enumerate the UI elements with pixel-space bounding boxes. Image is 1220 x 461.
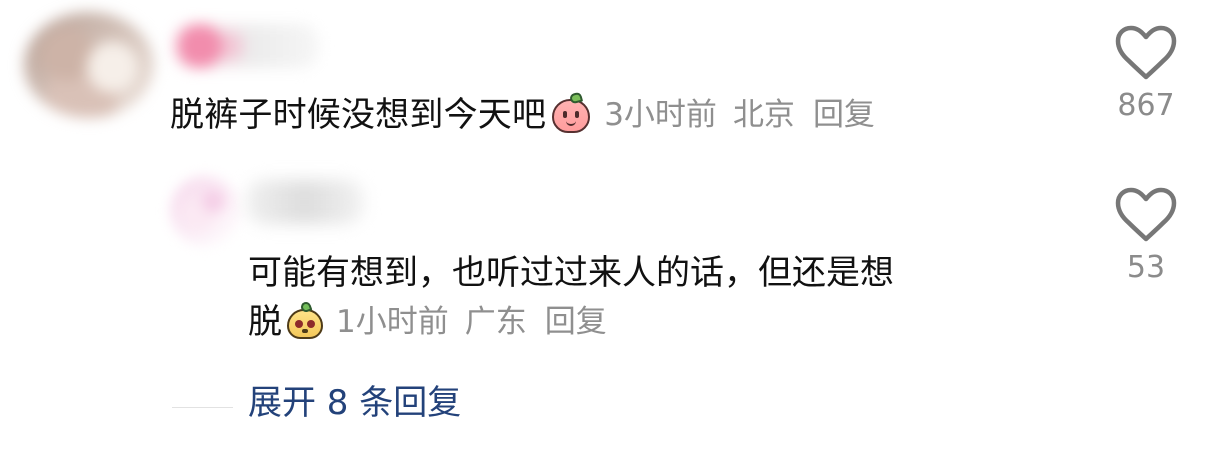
expand-replies-link[interactable]: 展开 8 条回复 xyxy=(248,386,461,420)
main-comment-time: 3小时前 xyxy=(604,96,717,133)
reply-comment-reply-button[interactable]: 回复 xyxy=(545,306,607,338)
heart-outline-icon xyxy=(1115,25,1177,80)
commenter-username-blurred[interactable] xyxy=(174,24,319,68)
heart-outline-icon xyxy=(1115,187,1177,242)
reply-comment-like-button[interactable] xyxy=(1112,186,1180,244)
comment-thread: 脱裤子时候没想到今天吧 3小时前 北京 回复 867 可能有想到，也听过过来人的… xyxy=(0,0,1220,461)
main-comment-like-button[interactable] xyxy=(1112,24,1180,82)
main-comment-like-count: 867 xyxy=(1117,88,1175,123)
reply-comment-text-line-2: 脱 xyxy=(248,302,282,342)
commenter-avatar[interactable] xyxy=(24,12,154,118)
expand-replies-divider xyxy=(172,407,233,408)
dog-face-emoji xyxy=(284,302,326,342)
reply-username-blurred[interactable] xyxy=(246,180,364,224)
main-comment-location: 北京 xyxy=(732,96,795,133)
reply-comment-like-block: 53 xyxy=(1108,186,1184,283)
reply-comment-meta-line: 脱 1小时前 广东 回复 xyxy=(248,302,607,342)
reply-avatar[interactable] xyxy=(170,176,240,246)
reply-comment-like-count: 53 xyxy=(1126,250,1166,285)
main-comment-line: 脱裤子时候没想到今天吧 3小时前 北京 回复 xyxy=(170,92,875,138)
reply-comment-time: 1小时前 xyxy=(336,303,449,340)
peach-face-emoji xyxy=(548,92,594,138)
reply-comment-text: 可能有想到，也听过过来人的话，但还是想 xyxy=(248,244,1068,304)
reply-comment-text-line-1: 可能有想到，也听过过来人的话，但还是想 xyxy=(248,253,894,293)
main-comment-like-block: 867 xyxy=(1108,24,1184,121)
reply-comment-location: 广东 xyxy=(464,303,527,340)
main-comment-reply-button[interactable]: 回复 xyxy=(813,99,875,131)
main-comment-text: 脱裤子时候没想到今天吧 xyxy=(170,95,547,135)
